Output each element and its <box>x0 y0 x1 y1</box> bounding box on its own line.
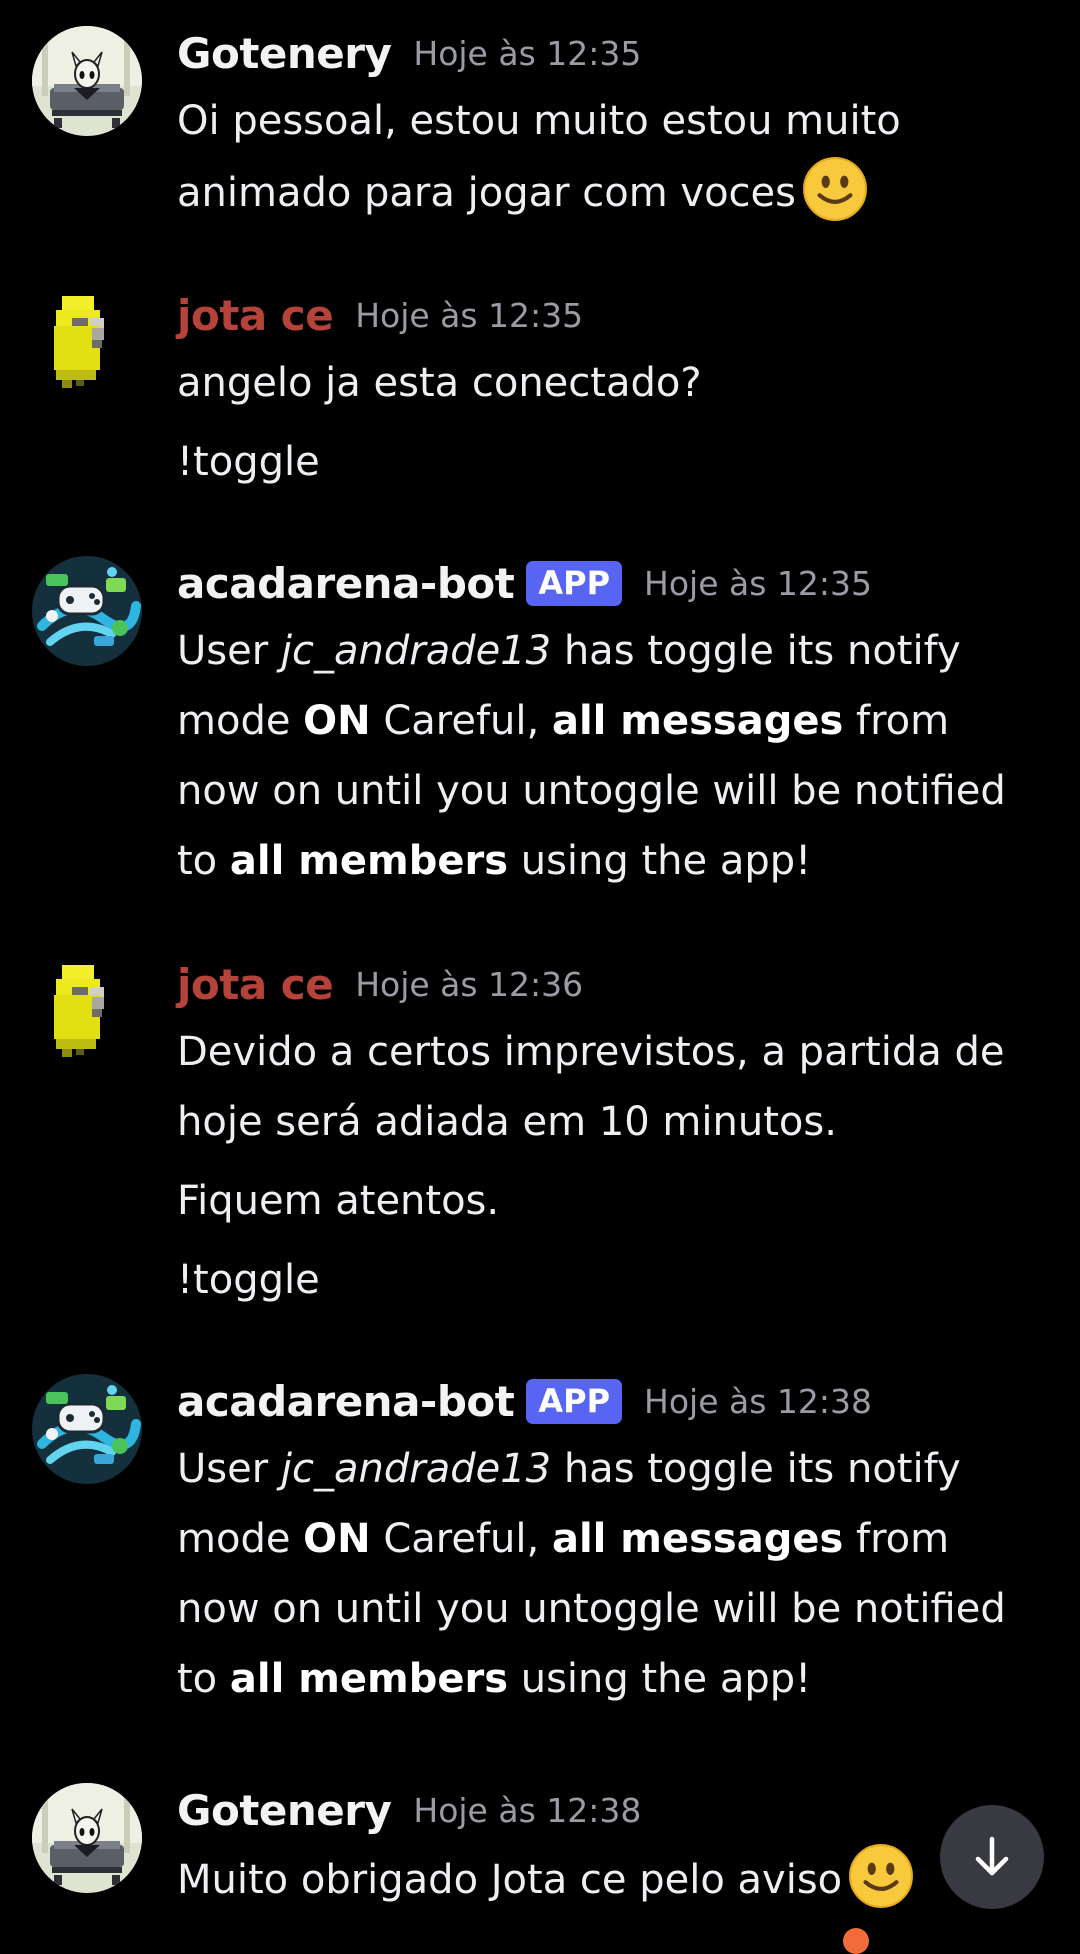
chat-message-list[interactable]: Gotenery Hoje às 12:35 Oi pessoal, estou… <box>0 0 1080 1954</box>
message-text-span: animado para jogar com voces <box>177 170 796 216</box>
username-mention: jc_andrade13 <box>280 1446 552 1492</box>
timestamp: Hoje às 12:38 <box>644 1381 873 1421</box>
slightly-smiling-face-icon <box>848 1843 914 1909</box>
text-span: Careful, <box>370 698 552 744</box>
author-name[interactable]: Gotenery <box>177 1786 392 1835</box>
timestamp: Hoje às 12:36 <box>355 964 584 1004</box>
message-text: Fiquem atentos. <box>177 1178 500 1224</box>
message-content: jota ce Hoje às 12:35 angelo ja esta con… <box>177 282 1040 497</box>
message-content: acadarena-bot APP Hoje às 12:35 User jc_… <box>177 550 1040 896</box>
avatar[interactable] <box>32 1783 142 1893</box>
message-header: acadarena-bot APP Hoje às 12:38 <box>177 1368 1040 1434</box>
app-badge: APP <box>526 1378 623 1424</box>
bold-text: all messages <box>551 698 844 744</box>
bold-text: all messages <box>551 1516 844 1562</box>
message-text-span: Muito obrigado Jota ce pelo aviso <box>177 1857 843 1903</box>
scroll-to-bottom-button[interactable] <box>940 1805 1044 1909</box>
author-name[interactable]: jota ce <box>177 291 334 340</box>
message-text: User jc_andrade13 has toggle its notify … <box>177 616 1040 896</box>
message-text: Oi pessoal, estou muito estou muito <box>177 98 901 144</box>
timestamp: Hoje às 12:35 <box>355 295 584 335</box>
author-name[interactable]: acadarena-bot <box>177 1377 515 1426</box>
reaction-peek <box>843 1928 869 1954</box>
author-name[interactable]: acadarena-bot <box>177 559 515 608</box>
avatar[interactable] <box>32 1374 142 1484</box>
username-mention: jc_andrade13 <box>280 628 552 674</box>
text-span: User <box>177 1446 281 1492</box>
text-span: using the app! <box>508 1656 812 1702</box>
bold-text: ON <box>303 1516 371 1562</box>
message-text: angelo ja esta conectado? <box>177 360 702 406</box>
bold-text: ON <box>303 698 371 744</box>
avatar[interactable] <box>32 26 142 136</box>
message-text: User jc_andrade13 has toggle its notify … <box>177 1434 1040 1714</box>
app-badge: APP <box>526 560 623 606</box>
timestamp: Hoje às 12:35 <box>644 563 873 603</box>
message-text: Devido a certos imprevistos, a partida d… <box>177 1029 1005 1145</box>
message-text: Muito obrigado Jota ce pelo aviso <box>177 1843 1040 1915</box>
slightly-smiling-face-icon <box>802 156 868 222</box>
message-header: Gotenery Hoje às 12:38 <box>177 1777 1040 1843</box>
text-span: using the app! <box>508 838 812 884</box>
bold-text: all members <box>229 838 508 884</box>
message-content: Gotenery Hoje às 12:35 Oi pessoal, estou… <box>177 20 1040 228</box>
message-text: !toggle <box>177 439 320 485</box>
bold-text: all members <box>229 1656 508 1702</box>
author-name[interactable]: Gotenery <box>177 29 392 78</box>
avatar[interactable] <box>32 556 142 666</box>
message-content: jota ce Hoje às 12:36 Devido a certos im… <box>177 951 1040 1315</box>
avatar[interactable] <box>32 288 142 398</box>
message-header: Gotenery Hoje às 12:35 <box>177 20 1040 86</box>
author-name[interactable]: jota ce <box>177 960 334 1009</box>
message-header: jota ce Hoje às 12:35 <box>177 282 1040 348</box>
arrow-down-icon <box>975 1836 1009 1876</box>
message-text: animado para jogar com voces <box>177 156 1040 228</box>
text-span: Careful, <box>370 1516 552 1562</box>
avatar[interactable] <box>32 957 142 1067</box>
timestamp: Hoje às 12:38 <box>413 1790 642 1830</box>
message-content: Gotenery Hoje às 12:38 Muito obrigado Jo… <box>177 1777 1040 1915</box>
text-span: User <box>177 628 281 674</box>
message-header: acadarena-bot APP Hoje às 12:35 <box>177 550 1040 616</box>
message-text: !toggle <box>177 1257 320 1303</box>
message-header: jota ce Hoje às 12:36 <box>177 951 1040 1017</box>
timestamp: Hoje às 12:35 <box>413 33 642 73</box>
message-content: acadarena-bot APP Hoje às 12:38 User jc_… <box>177 1368 1040 1714</box>
